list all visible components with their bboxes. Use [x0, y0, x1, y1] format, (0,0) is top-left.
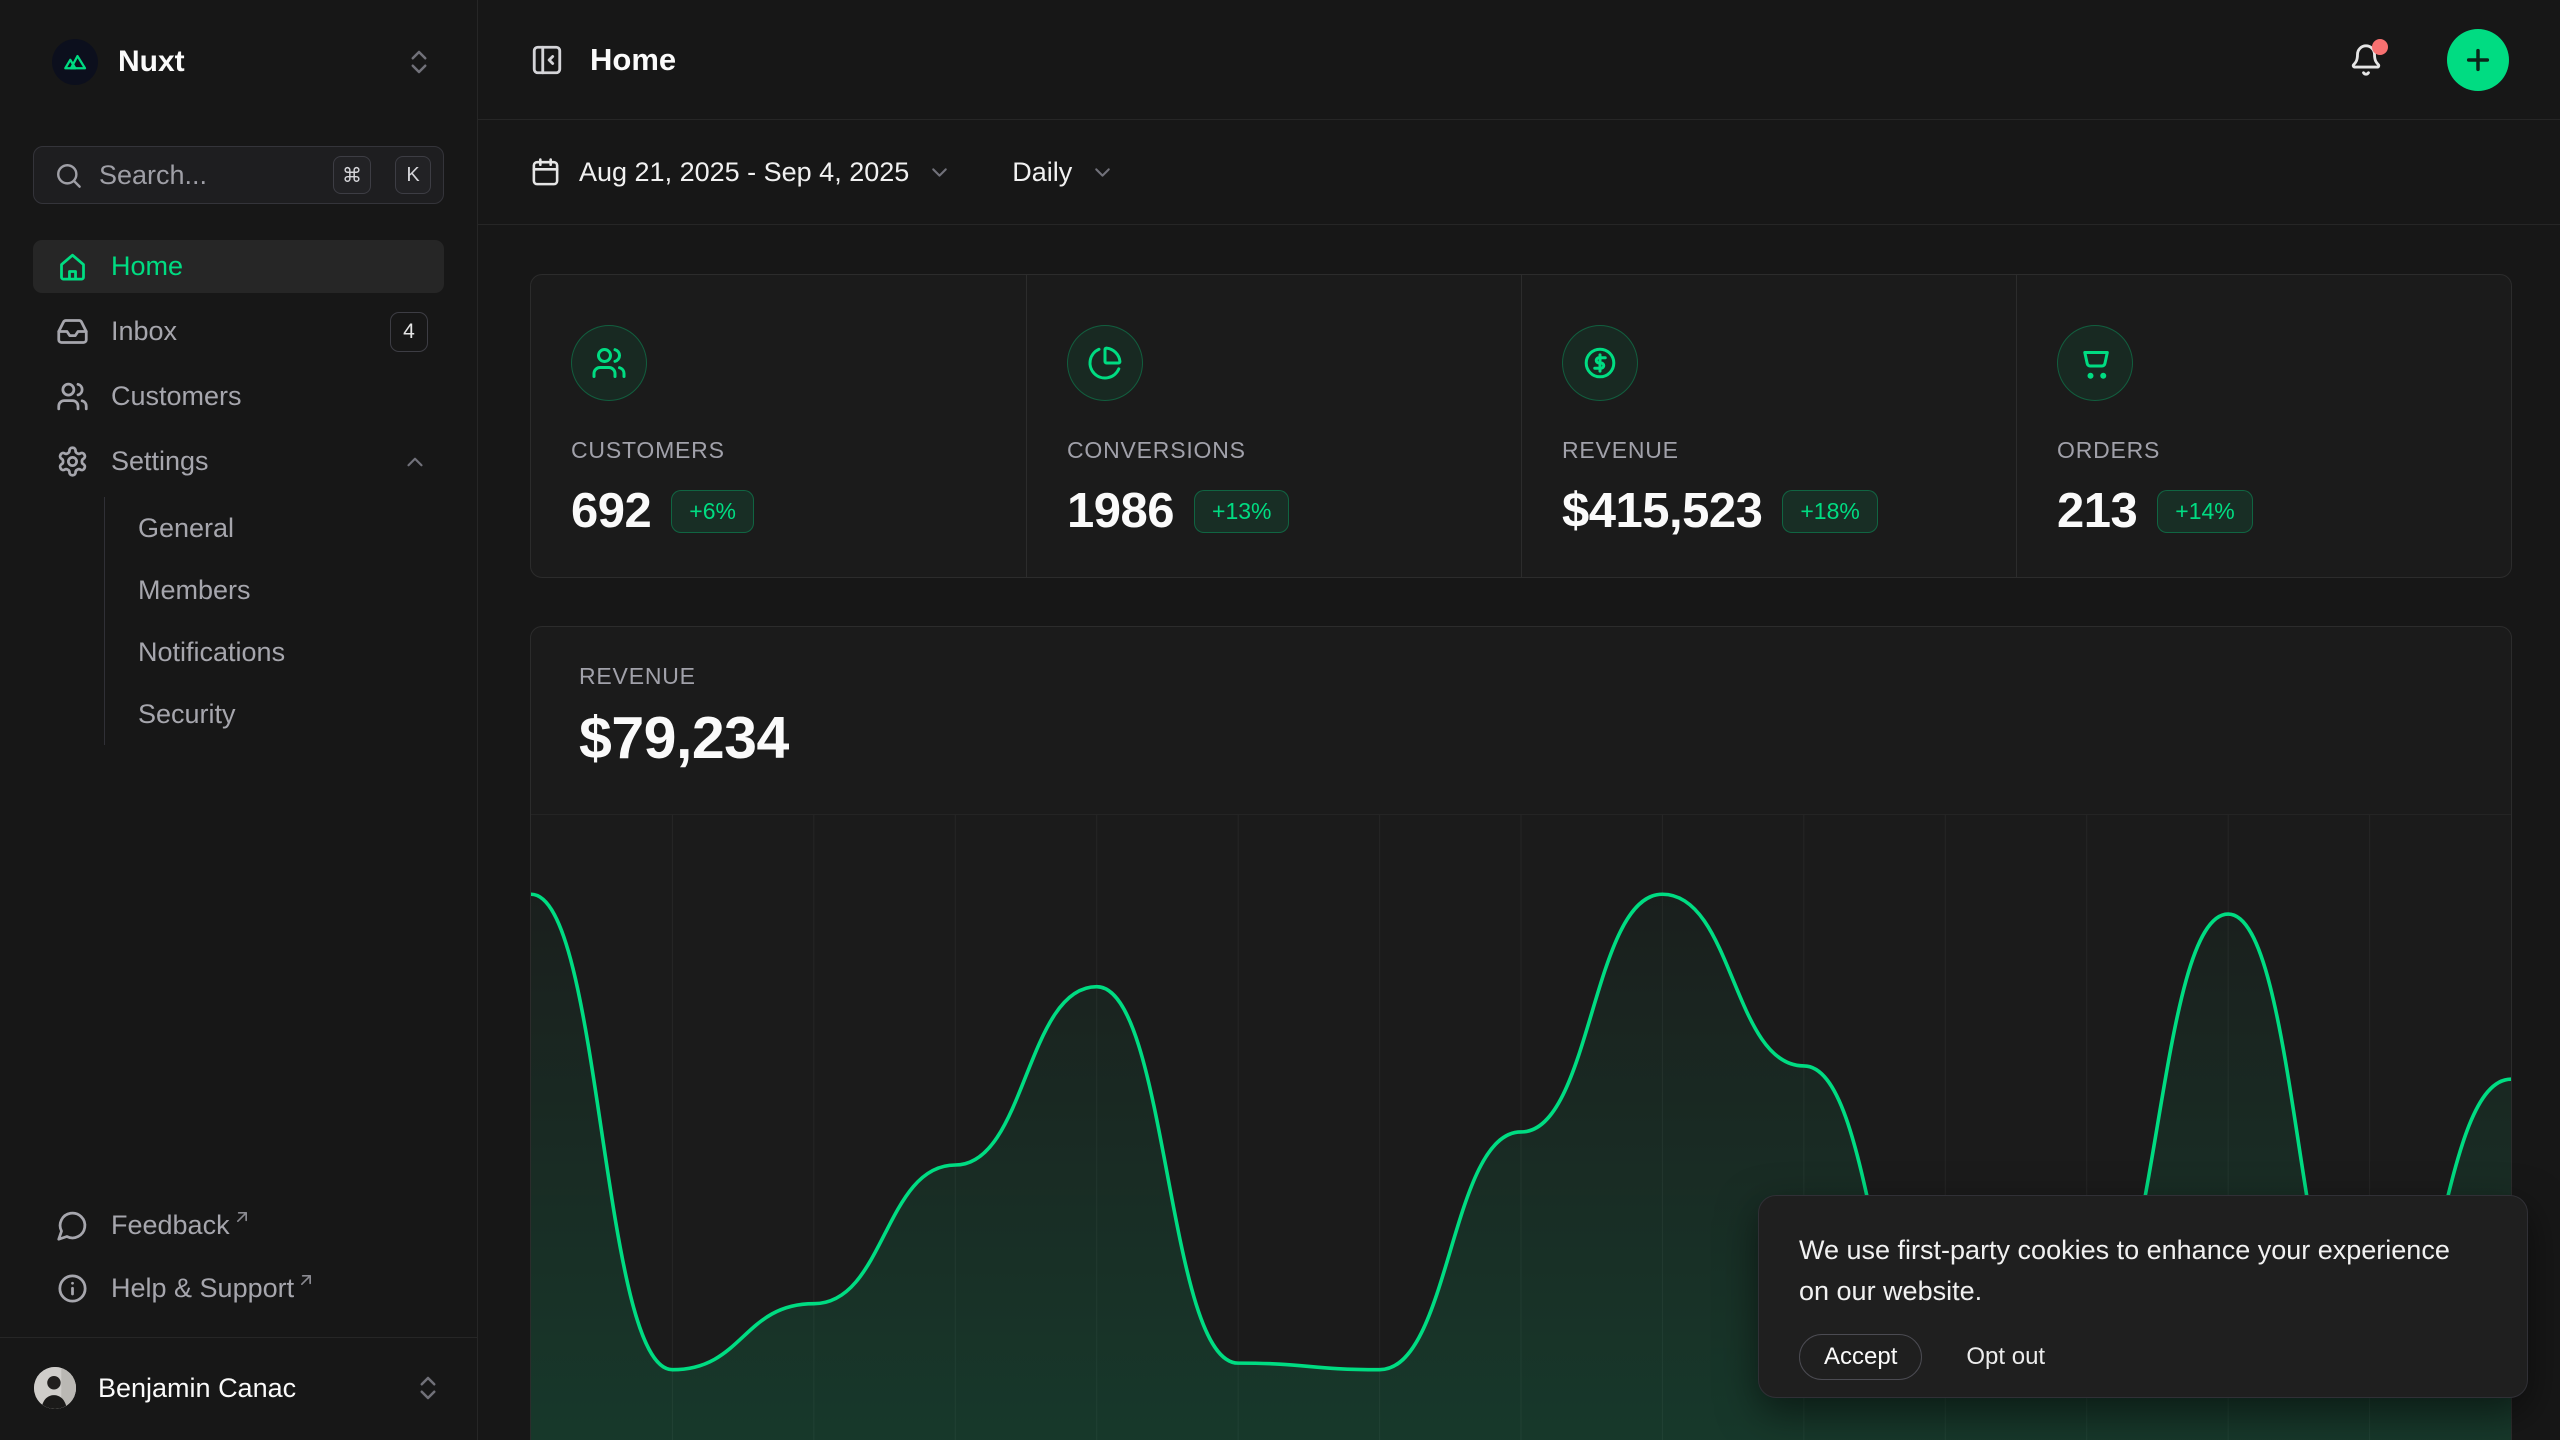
sidebar-item-label: Inbox [111, 316, 368, 347]
stat-tile-revenue: REVENUE $415,523 +18% [1521, 275, 2016, 577]
sidebar: Nuxt ⌘ K [0, 0, 478, 1440]
avatar [34, 1367, 76, 1409]
user-name: Benjamin Canac [98, 1373, 391, 1404]
accept-cookies-button[interactable]: Accept [1799, 1334, 1922, 1380]
stat-delta-badge: +18% [1782, 490, 1877, 533]
search-bar[interactable]: ⌘ K [33, 146, 444, 204]
filters-toolbar: Aug 21, 2025 - Sep 4, 2025 Daily [478, 120, 2560, 225]
sidebar-item-label: Feedback [111, 1210, 230, 1241]
sidebar-divider [0, 1337, 477, 1338]
revenue-chart-value: $79,234 [579, 704, 2463, 772]
panel-collapse-icon[interactable] [530, 43, 564, 77]
sidebar-item-label: Help & Support [111, 1273, 294, 1304]
sidebar-item-label: Home [111, 251, 428, 282]
user-menu[interactable]: Benjamin Canac [16, 1352, 461, 1424]
kbd-k: K [395, 156, 431, 194]
sidebar-item-label: Customers [111, 381, 428, 412]
sidebar-item-feedback[interactable]: Feedback [33, 1199, 444, 1252]
sidebar-nav: Home Inbox 4 [33, 240, 444, 488]
optout-cookies-button[interactable]: Opt out [1966, 1343, 2045, 1371]
cookie-banner: We use first-party cookies to enhance yo… [1758, 1195, 2528, 1398]
users-icon [56, 380, 89, 413]
circle-dollar-icon [1562, 325, 1638, 401]
stat-delta-badge: +13% [1194, 490, 1289, 533]
sidebar-item-members[interactable]: Members [105, 559, 444, 621]
users-icon [571, 325, 647, 401]
external-link-icon [296, 1270, 316, 1290]
team-switcher[interactable]: Nuxt [33, 24, 444, 100]
stat-label: CONVERSIONS [1067, 437, 1481, 464]
sidebar-item-general[interactable]: General [105, 497, 444, 559]
search-icon [54, 161, 83, 190]
sidebar-item-inbox[interactable]: Inbox 4 [33, 305, 444, 358]
kbd-meta: ⌘ [333, 156, 371, 194]
granularity-select[interactable]: Daily [1012, 157, 1115, 188]
stat-tile-conversions: CONVERSIONS 1986 +13% [1026, 275, 1521, 577]
stats-card: CUSTOMERS 692 +6% CONVERSIONS [530, 274, 2512, 578]
gear-icon [56, 445, 89, 478]
chevrons-up-down-icon [404, 47, 434, 77]
granularity-label: Daily [1012, 157, 1072, 188]
message-bubble-icon [56, 1209, 89, 1242]
search-input[interactable] [99, 160, 317, 191]
sidebar-footer: Feedback Help & Support [0, 1199, 477, 1337]
sidebar-item-customers[interactable]: Customers [33, 370, 444, 423]
stat-value: $415,523 [1562, 483, 1762, 539]
plus-icon [2462, 44, 2494, 76]
chevron-up-icon [402, 449, 428, 475]
stat-tile-orders: ORDERS 213 +14% [2016, 275, 2511, 577]
stat-delta-badge: +14% [2157, 490, 2252, 533]
nuxt-logo-icon [52, 39, 98, 85]
inbox-icon [56, 315, 89, 348]
external-link-icon [232, 1207, 252, 1227]
sidebar-spacer [0, 745, 477, 1199]
home-icon [56, 250, 89, 283]
sidebar-item-settings[interactable]: Settings [33, 435, 444, 488]
revenue-chart-label: REVENUE [579, 663, 2463, 690]
stat-delta-badge: +6% [671, 490, 754, 533]
shopping-cart-icon [2057, 325, 2133, 401]
stat-value: 1986 [1067, 483, 1174, 539]
brand-name: Nuxt [118, 45, 384, 79]
chevron-down-icon [927, 160, 952, 185]
chevrons-up-down-icon [413, 1373, 443, 1403]
sidebar-item-security[interactable]: Security [105, 683, 444, 745]
calendar-icon [530, 157, 561, 188]
date-range-label: Aug 21, 2025 - Sep 4, 2025 [579, 157, 909, 188]
date-range-picker[interactable]: Aug 21, 2025 - Sep 4, 2025 [530, 157, 952, 188]
page-header: Home [478, 0, 2560, 120]
stat-value: 692 [571, 483, 651, 539]
cookie-message: We use first-party cookies to enhance yo… [1799, 1230, 2487, 1312]
notifications-button[interactable] [2349, 43, 2383, 77]
sidebar-item-label: Settings [111, 446, 380, 477]
notification-dot [2372, 39, 2388, 55]
add-button[interactable] [2447, 29, 2509, 91]
stat-label: ORDERS [2057, 437, 2471, 464]
pie-chart-icon [1067, 325, 1143, 401]
stat-value: 213 [2057, 483, 2137, 539]
stat-label: REVENUE [1562, 437, 1976, 464]
info-circle-icon [56, 1272, 89, 1305]
sidebar-item-home[interactable]: Home [33, 240, 444, 293]
stat-label: CUSTOMERS [571, 437, 986, 464]
sidebar-item-notifications[interactable]: Notifications [105, 621, 444, 683]
stat-tile-customers: CUSTOMERS 692 +6% [531, 275, 1026, 577]
page-title: Home [590, 42, 2323, 78]
dashboard-screen: Nuxt ⌘ K [0, 0, 2560, 1440]
settings-subnav: General Members Notifications Security [104, 497, 444, 745]
chevron-down-icon [1090, 160, 1115, 185]
sidebar-item-help-support[interactable]: Help & Support [33, 1262, 444, 1315]
inbox-count-badge: 4 [390, 312, 428, 352]
